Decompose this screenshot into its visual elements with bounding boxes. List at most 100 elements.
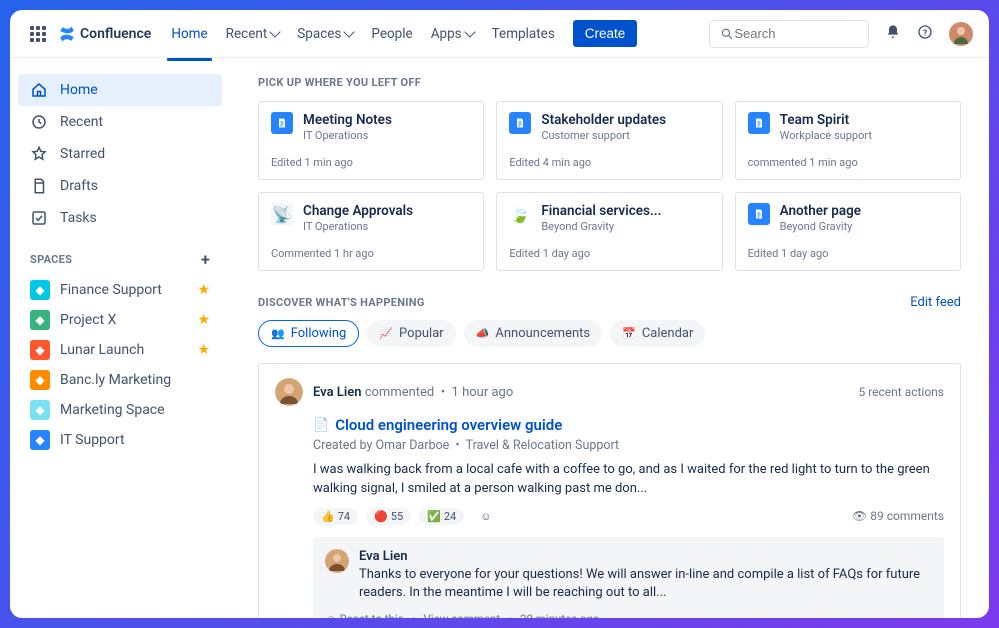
comment-author[interactable]: Eva Lien: [359, 549, 932, 564]
reaction-pill[interactable]: 🔴55: [366, 508, 411, 525]
discover-section-title: DISCOVER WHAT'S HAPPENING: [258, 296, 425, 309]
reaction-pill[interactable]: 👍74: [313, 508, 358, 525]
star-icon[interactable]: ★: [197, 342, 210, 358]
document-icon: [30, 177, 48, 195]
card-subtitle: Workplace support: [780, 129, 872, 142]
page-icon: 📄: [313, 418, 329, 433]
comment-text: Thanks to everyone for your questions! W…: [359, 566, 932, 602]
reaction-emoji: ✅: [427, 510, 441, 523]
tab-icon: 📅: [622, 327, 636, 340]
space-label: IT Support: [60, 432, 125, 448]
card-title: Financial services...: [541, 203, 661, 219]
pickup-card[interactable]: Another pageBeyond Gravity Edited 1 day a…: [735, 192, 961, 271]
confluence-logo[interactable]: Confluence: [58, 25, 151, 43]
user-avatar[interactable]: [949, 22, 973, 46]
card-meta: Edited 4 min ago: [509, 156, 709, 169]
discover-tab[interactable]: 📅Calendar: [610, 320, 705, 347]
pickup-card[interactable]: 🍃Financial services...Beyond GravityEdit…: [496, 192, 722, 271]
search-box[interactable]: [709, 20, 869, 48]
feed-card: Eva Lien commented • 1 hour ago5 recent …: [258, 363, 961, 618]
clock-icon: [30, 113, 48, 131]
sidebar-space-item[interactable]: ◆Marketing Space: [18, 395, 222, 425]
sidebar-space-item[interactable]: ◆Finance Support★: [18, 275, 222, 305]
emoji-icon: 🍃: [509, 203, 531, 225]
sidebar-recent[interactable]: Recent: [18, 106, 222, 138]
sidebar-item-label: Recent: [60, 114, 103, 130]
sidebar-space-item[interactable]: ◆ Project X ★: [18, 305, 222, 335]
card-subtitle: Beyond Gravity: [780, 220, 861, 233]
sidebar-space-item[interactable]: ◆Lunar Launch★: [18, 335, 222, 365]
card-title: Another page: [780, 203, 861, 219]
create-button[interactable]: Create: [573, 20, 638, 47]
sidebar-tasks[interactable]: Tasks: [18, 202, 222, 234]
star-icon[interactable]: ★: [197, 312, 210, 328]
feed-author[interactable]: Eva Lien: [313, 385, 361, 400]
search-input[interactable]: [734, 26, 858, 41]
search-icon: [720, 26, 734, 42]
react-to-this-link[interactable]: ☺ React to this: [325, 612, 404, 618]
discover-tab[interactable]: 📣Announcements: [464, 320, 602, 347]
feed-author-avatar[interactable]: [275, 378, 303, 406]
sidebar-item-label: Home: [60, 82, 98, 98]
pickup-card[interactable]: 📡Change ApprovalsIT OperationsCommented …: [258, 192, 484, 271]
tab-icon: 👥: [271, 327, 285, 340]
card-title: Meeting Notes: [303, 112, 392, 128]
page-icon: [509, 112, 531, 134]
pickup-card[interactable]: Meeting NotesIT OperationsEdited 1 min a…: [258, 101, 484, 180]
spaces-header: SPACES: [30, 253, 72, 266]
pickup-section-title: PICK UP WHERE YOU LEFT OFF: [258, 76, 961, 89]
feed-subtitle: Created by Omar Darboe • Travel & Reloca…: [313, 438, 944, 453]
comment-preview: Eva Lien Thanks to everyone for your ques…: [313, 537, 944, 618]
sidebar-home[interactable]: Home: [18, 74, 222, 106]
chevron-down-icon: [344, 26, 355, 37]
card-subtitle: IT Operations: [303, 220, 413, 233]
nav-apps[interactable]: Apps: [423, 19, 482, 49]
edit-feed-link[interactable]: Edit feed: [910, 295, 961, 310]
card-meta: Edited 1 day ago: [748, 247, 948, 260]
view-comment-link[interactable]: View comment: [423, 612, 500, 618]
pickup-card[interactable]: Team SpiritWorkplace supportcommented 1 …: [735, 101, 961, 180]
recent-actions[interactable]: 5 recent actions: [858, 385, 944, 399]
sidebar: Home Recent Starred Drafts Tasks SPACES …: [10, 58, 230, 618]
reaction-count: 55: [391, 510, 403, 523]
space-label: Marketing Space: [60, 402, 165, 418]
sidebar-item-label: Starred: [60, 146, 105, 162]
page-icon: [748, 112, 770, 134]
checkbox-icon: [30, 209, 48, 227]
discover-tab[interactable]: 📈 Popular: [367, 320, 455, 347]
feed-item-title[interactable]: 📄Cloud engineering overview guide: [313, 416, 944, 434]
main-content: PICK UP WHERE YOU LEFT OFF Meeting Notes…: [230, 58, 989, 618]
app-switcher-icon[interactable]: [26, 22, 50, 46]
space-label: Banc.ly Marketing: [60, 372, 171, 388]
nav-spaces[interactable]: Spaces: [289, 19, 361, 49]
card-title: Change Approvals: [303, 203, 413, 219]
tab-icon: 📈: [379, 327, 393, 340]
comments-count[interactable]: 👁 89 comments: [852, 509, 944, 523]
tab-label: Popular: [399, 326, 444, 341]
sidebar-space-item[interactable]: ◆ Banc.ly Marketing: [18, 365, 222, 395]
help-icon[interactable]: ?: [917, 24, 933, 44]
sidebar-drafts[interactable]: Drafts: [18, 170, 222, 202]
tab-label: Announcements: [495, 326, 590, 341]
add-space-icon[interactable]: +: [201, 250, 210, 269]
nav-templates[interactable]: Templates: [484, 19, 563, 49]
sidebar-space-item[interactable]: ◆IT Support: [18, 425, 222, 455]
space-icon: ◆: [30, 310, 50, 330]
notifications-icon[interactable]: [885, 24, 901, 44]
nav-recent[interactable]: Recent: [218, 19, 288, 49]
feed-excerpt: I was walking back from a local cafe wit…: [313, 461, 944, 497]
chevron-down-icon: [270, 26, 281, 37]
reaction-pill[interactable]: ✅24: [419, 508, 464, 525]
satellite-icon: 📡: [271, 203, 293, 225]
card-meta: commented 1 min ago: [748, 156, 948, 169]
add-reaction-button[interactable]: ☺: [472, 508, 499, 525]
nav-home[interactable]: Home: [163, 19, 215, 49]
pickup-card[interactable]: Stakeholder updatesCustomer supportEdite…: [496, 101, 722, 180]
sidebar-starred[interactable]: Starred: [18, 138, 222, 170]
space-icon: ◆: [30, 370, 50, 390]
space-label: Project X: [60, 312, 116, 328]
comment-author-avatar[interactable]: [325, 549, 349, 573]
discover-tab[interactable]: 👥Following: [258, 320, 359, 347]
star-icon[interactable]: ★: [197, 282, 210, 298]
nav-people[interactable]: People: [363, 19, 420, 49]
